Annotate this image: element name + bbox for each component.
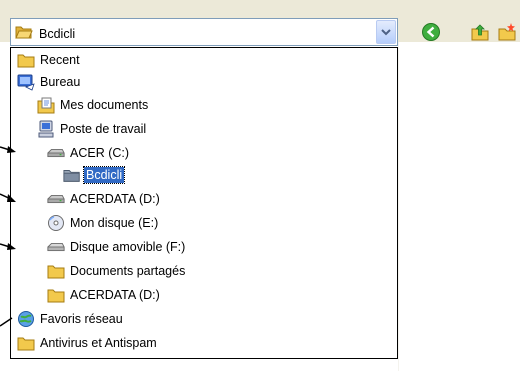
list-item-documents-partages[interactable]: Documents partagés (47, 261, 187, 281)
list-item-acerdata-d-folder[interactable]: ACERDATA (D:) (47, 285, 162, 305)
list-item-bureau[interactable]: Bureau (17, 72, 82, 92)
removable-drive-icon (47, 238, 65, 256)
folder-icon (47, 286, 65, 304)
annotation-arrow-icon (0, 317, 13, 327)
list-item-mes-documents[interactable]: Mes documents (37, 95, 150, 115)
folder-up-icon (471, 24, 489, 41)
folder-icon (47, 262, 65, 280)
list-item-mon-disque-e[interactable]: Mon disque (E:) (47, 213, 160, 233)
pane-divider (398, 42, 399, 371)
chevron-down-icon (381, 29, 391, 36)
cd-drive-icon (47, 214, 65, 232)
my-documents-icon (37, 96, 55, 114)
hard-drive-icon (47, 144, 65, 162)
annotation-arrow-icon (0, 193, 16, 202)
annotation-arrow-icon (0, 243, 16, 250)
combo-dropdown-button[interactable] (376, 20, 396, 44)
window-top-border (0, 0, 520, 6)
list-item-recent[interactable]: Recent (17, 50, 82, 70)
folder-icon (17, 334, 35, 352)
look-in-combobox[interactable]: Bcdicli (10, 18, 398, 46)
list-item-acerdata-d[interactable]: ACERDATA (D:) (47, 189, 162, 209)
list-item-favoris-reseau[interactable]: Favoris réseau (17, 309, 125, 329)
combo-selected-label: Bcdicli (39, 26, 76, 41)
list-item-poste-de-travail[interactable]: Poste de travail (37, 119, 148, 139)
folder-icon (17, 51, 35, 69)
desktop-icon (17, 73, 35, 91)
list-item-bcdicli[interactable]: Bcdicli (63, 165, 126, 185)
list-item-disque-amovible-f[interactable]: Disque amovible (F:) (47, 237, 187, 257)
hard-drive-icon (47, 190, 65, 208)
my-computer-icon (37, 120, 55, 138)
combo-current-value: Bcdicli (15, 24, 75, 43)
list-item-acer-c[interactable]: ACER (C:) (47, 143, 131, 163)
new-folder-button[interactable] (497, 22, 517, 42)
look-in-dropdown-list[interactable]: Recent Bureau Mes documents Poste de tra… (10, 47, 398, 359)
list-item-antivirus-et-antispam[interactable]: Antivirus et Antispam (17, 333, 159, 353)
new-folder-icon (498, 23, 516, 41)
green-back-arrow-icon (422, 23, 440, 41)
network-places-icon (17, 310, 35, 328)
folder-open-icon (15, 24, 33, 43)
annotation-arrow-icon (0, 146, 16, 153)
back-button[interactable] (421, 22, 441, 42)
folder-open-icon (63, 166, 81, 184)
up-folder-button[interactable] (470, 22, 490, 42)
